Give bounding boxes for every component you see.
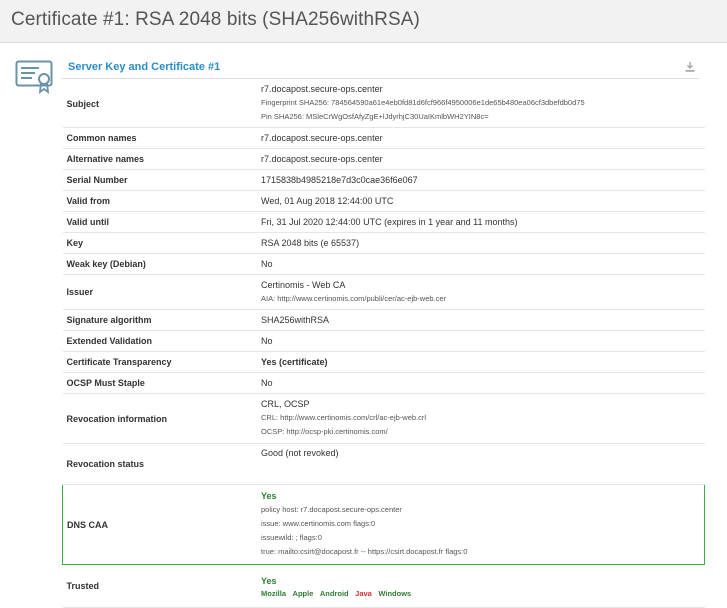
row-label: Signature algorithm	[62, 309, 259, 331]
caa-issue: issue: www.certinomis.com flags:0	[261, 519, 376, 528]
trusted-status: Yes	[261, 575, 277, 586]
row-value: r7.docapost.secure-ops.center	[259, 127, 705, 149]
row-value: Yes policy host: r7.docapost.secure-ops.…	[259, 484, 705, 565]
row-trusted: Trusted Yes Mozilla Apple Android Java W…	[62, 564, 705, 608]
certificate-table: Subject r7.docapost.secure-ops.center Fi…	[62, 80, 705, 608]
row-value: No	[259, 372, 705, 394]
row-ocsp-must-staple: OCSP Must Staple No	[62, 372, 705, 394]
caa-issuewild: issuewild: ; flags:0	[261, 533, 322, 542]
row-label: OCSP Must Staple	[62, 372, 259, 394]
trust-store-mozilla[interactable]: Mozilla	[261, 589, 286, 598]
trust-store-windows[interactable]: Windows	[378, 589, 411, 598]
row-label: Trusted	[62, 564, 259, 608]
fingerprint-value: Fingerprint SHA256: 784564590a61e4eb0fd8…	[261, 98, 585, 107]
row-dns-caa: DNS CAA Yes policy host: r7.docapost.sec…	[62, 484, 705, 565]
row-value: Good (not revoked)	[259, 443, 705, 485]
row-label: Certificate Transparency	[62, 351, 259, 373]
caa-iodef: true: mailto:csirt@docapost.fr -- https:…	[261, 547, 468, 556]
row-value: SHA256withRSA	[259, 309, 705, 331]
aia-link[interactable]: AIA: http://www.certinomis.com/publi/cer…	[261, 292, 705, 306]
row-issuer: Issuer Certinomis - Web CA AIA: http://w…	[62, 274, 705, 310]
caa-policy: policy host: r7.docapost.secure-ops.cent…	[261, 505, 402, 514]
row-label: Revocation information	[62, 393, 259, 444]
row-value: No	[259, 330, 705, 352]
crl-link[interactable]: CRL: http://www.certinomis.com/crl/ac-ej…	[261, 411, 705, 425]
section-header: Server Key and Certificate #1	[62, 58, 699, 79]
pin-value: Pin SHA256: MSleCrWgOsfAfyZgE+lJdyrhjC30…	[261, 112, 489, 121]
row-label: Alternative names	[62, 148, 259, 170]
dns-caa-status: Yes	[261, 491, 277, 501]
row-value: Fri, 31 Jul 2020 12:44:00 UTC (expires i…	[259, 211, 705, 233]
row-value: Yes Mozilla Apple Android Java Windows	[259, 564, 705, 608]
row-extended-validation: Extended Validation No	[62, 330, 705, 352]
row-key: Key RSA 2048 bits (e 65537)	[62, 232, 705, 254]
row-label: Issuer	[62, 274, 259, 310]
row-subject: Subject r7.docapost.secure-ops.center Fi…	[62, 80, 705, 128]
page-header: Certificate #1: RSA 2048 bits (SHA256wit…	[0, 0, 727, 43]
row-revocation-status: Revocation status Good (not revoked)	[62, 443, 705, 485]
row-value: 1715838b4985218e7d3c0cae36f6e067	[259, 169, 705, 191]
row-label: Common names	[62, 127, 259, 149]
page-title: Certificate #1: RSA 2048 bits (SHA256wit…	[11, 9, 420, 30]
trust-store-list: Mozilla Apple Android Java Windows	[261, 588, 415, 598]
row-label: Serial Number	[62, 169, 259, 191]
row-label: Valid from	[62, 190, 259, 212]
section-title: Server Key and Certificate #1	[68, 61, 221, 73]
row-value: Yes (certificate)	[259, 351, 705, 373]
row-label: Valid until	[62, 211, 259, 233]
row-value: Wed, 01 Aug 2018 12:44:00 UTC	[259, 190, 705, 212]
issuer-value: Certinomis - Web CA	[261, 279, 346, 290]
row-value: RSA 2048 bits (e 65537)	[259, 232, 705, 254]
certificate-icon	[15, 60, 53, 94]
ocsp-link[interactable]: OCSP: http://ocsp-pki.certinomis.com/	[261, 425, 705, 439]
row-label: Extended Validation	[62, 330, 259, 352]
trust-store-java[interactable]: Java	[355, 589, 372, 598]
row-value: r7.docapost.secure-ops.center	[259, 148, 705, 170]
row-valid-until: Valid until Fri, 31 Jul 2020 12:44:00 UT…	[62, 211, 705, 233]
row-weak-key: Weak key (Debian) No	[62, 253, 705, 275]
row-signature-algorithm: Signature algorithm SHA256withRSA	[62, 309, 705, 331]
row-value: No	[259, 253, 705, 275]
subject-value: r7.docapost.secure-ops.center	[261, 84, 383, 94]
row-value: Certinomis - Web CA AIA: http://www.cert…	[259, 274, 705, 310]
row-certificate-transparency: Certificate Transparency Yes (certificat…	[62, 351, 705, 373]
row-label: Weak key (Debian)	[62, 253, 259, 275]
trust-store-android[interactable]: Android	[320, 589, 349, 598]
row-revocation-information: Revocation information CRL, OCSP CRL: ht…	[62, 393, 705, 444]
row-label: DNS CAA	[62, 484, 259, 565]
trust-store-apple[interactable]: Apple	[293, 589, 314, 598]
row-common-names: Common names r7.docapost.secure-ops.cent…	[62, 127, 705, 149]
download-icon[interactable]	[685, 62, 695, 72]
row-label: Key	[62, 232, 259, 254]
row-value: r7.docapost.secure-ops.center Fingerprin…	[259, 80, 705, 128]
row-serial-number: Serial Number 1715838b4985218e7d3c0cae36…	[62, 169, 705, 191]
row-valid-from: Valid from Wed, 01 Aug 2018 12:44:00 UTC	[62, 190, 705, 212]
row-label: Subject	[62, 80, 259, 128]
row-value: CRL, OCSP CRL: http://www.certinomis.com…	[259, 393, 705, 444]
row-label: Revocation status	[62, 443, 259, 485]
revocation-methods: CRL, OCSP	[261, 399, 310, 409]
row-alternative-names: Alternative names r7.docapost.secure-ops…	[62, 148, 705, 170]
